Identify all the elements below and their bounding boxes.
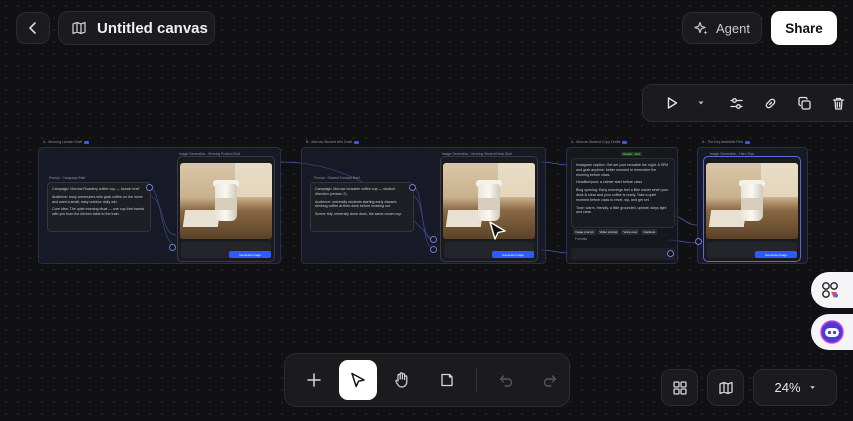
formats-label: Formats [575, 237, 588, 241]
bottom-toolbar [284, 353, 570, 407]
node-group[interactable]: A - The Key Aesthetic Film Image Generat… [695, 140, 808, 264]
chip[interactable]: Video prompt [597, 229, 620, 235]
hand-tool-button[interactable] [383, 360, 421, 400]
group-label: A - The Key Aesthetic Film [702, 140, 750, 144]
output-badge: Output - Text [621, 152, 643, 156]
group-label: A - Morning Launch Draft [43, 140, 89, 144]
undo-icon [498, 372, 514, 388]
output-port[interactable] [146, 184, 153, 191]
text-line: Campaign: Morrow reusable coffee cup — s… [315, 187, 396, 196]
text-line: Instagram caption: Get set your reusable… [576, 163, 669, 177]
input-port[interactable] [430, 236, 437, 243]
output-node-toolbar [571, 248, 675, 260]
pointer-icon [349, 371, 367, 389]
format-chips: Image prompt Video prompt Voice over Cap… [573, 229, 658, 235]
node-group[interactable]: A - Morrow Student Copy Drafts Output - … [566, 140, 678, 264]
chip[interactable]: Captions [641, 229, 658, 235]
text-line: Headline/post: a calmer start before cla… [576, 180, 643, 185]
chip[interactable]: Voice over [621, 229, 640, 235]
input-port[interactable] [695, 238, 702, 245]
output-text-node[interactable]: Instagram caption: Get set your reusable… [571, 158, 675, 228]
plus-icon [306, 372, 322, 388]
text-node-label: Prompt - Campaign Brief [49, 176, 86, 180]
minimap-button[interactable] [707, 369, 744, 406]
image-node[interactable]: Generate Image [440, 156, 538, 262]
zoom-control[interactable]: 24% [753, 369, 837, 406]
apps-fab[interactable] [811, 272, 853, 308]
redo-button[interactable] [531, 360, 569, 400]
text-line: Tone: warm, friendly, a little grounded,… [576, 205, 667, 215]
text-node[interactable]: Campaign: Morrow Roastery coffee cup — l… [47, 182, 151, 232]
input-port[interactable] [169, 244, 176, 251]
caret-down-icon [809, 384, 816, 391]
generate-image-button[interactable]: Generate Image [755, 251, 797, 258]
apps-icon [819, 279, 841, 301]
redo-icon [542, 372, 558, 388]
generated-image [180, 163, 272, 239]
node-group[interactable]: B - Morrow Student Arts Draft Prompt - S… [301, 140, 546, 264]
text-node[interactable]: Campaign: Morrow reusable coffee cup — s… [310, 182, 414, 232]
node-group[interactable]: A - Morning Launch Draft Prompt - Campai… [38, 140, 281, 264]
chip[interactable]: Image prompt [573, 229, 596, 235]
text-line: Blog opening: Early mornings feel a litt… [576, 188, 669, 202]
generate-image-button[interactable]: Generate Image [229, 251, 271, 258]
add-node-button[interactable] [295, 360, 333, 400]
text-line: Audience: busy commuters who grab coffee… [52, 194, 143, 204]
generated-image [706, 163, 798, 239]
text-line: Scene: tidy university dorm desk, the sa… [315, 212, 403, 217]
map-icon [718, 380, 734, 396]
text-line: Audience: university students starting e… [315, 199, 398, 209]
toolbar-divider [475, 367, 477, 393]
image-node-selected[interactable]: Generate Image [703, 156, 801, 262]
group-label: B - Morrow Student Arts Draft [306, 140, 359, 144]
text-node-label: Prompt - Student Concept Brief [314, 176, 360, 180]
output-port[interactable] [667, 250, 674, 257]
group-label: A - Morrow Student Copy Drafts [571, 140, 628, 144]
grid-icon [672, 380, 688, 396]
zoom-level: 24% [774, 380, 801, 395]
assistant-fab[interactable] [811, 314, 853, 350]
image-node[interactable]: Generate Image [177, 156, 275, 262]
grid-view-button[interactable] [661, 369, 698, 406]
input-port[interactable] [430, 246, 437, 253]
select-tool-button[interactable] [339, 360, 378, 400]
generate-image-button[interactable]: Generate Image [492, 251, 534, 258]
note-icon [439, 372, 455, 388]
assistant-avatar-icon [819, 319, 845, 345]
mouse-cursor-icon [489, 221, 506, 240]
output-port[interactable] [409, 184, 416, 191]
text-line: Core idea: The quiet morning ritual — on… [52, 207, 145, 217]
note-tool-button[interactable] [428, 360, 466, 400]
hand-icon [393, 371, 411, 389]
text-line: Campaign: Morrow Roastery coffee cup — l… [52, 187, 140, 191]
undo-button[interactable] [487, 360, 525, 400]
